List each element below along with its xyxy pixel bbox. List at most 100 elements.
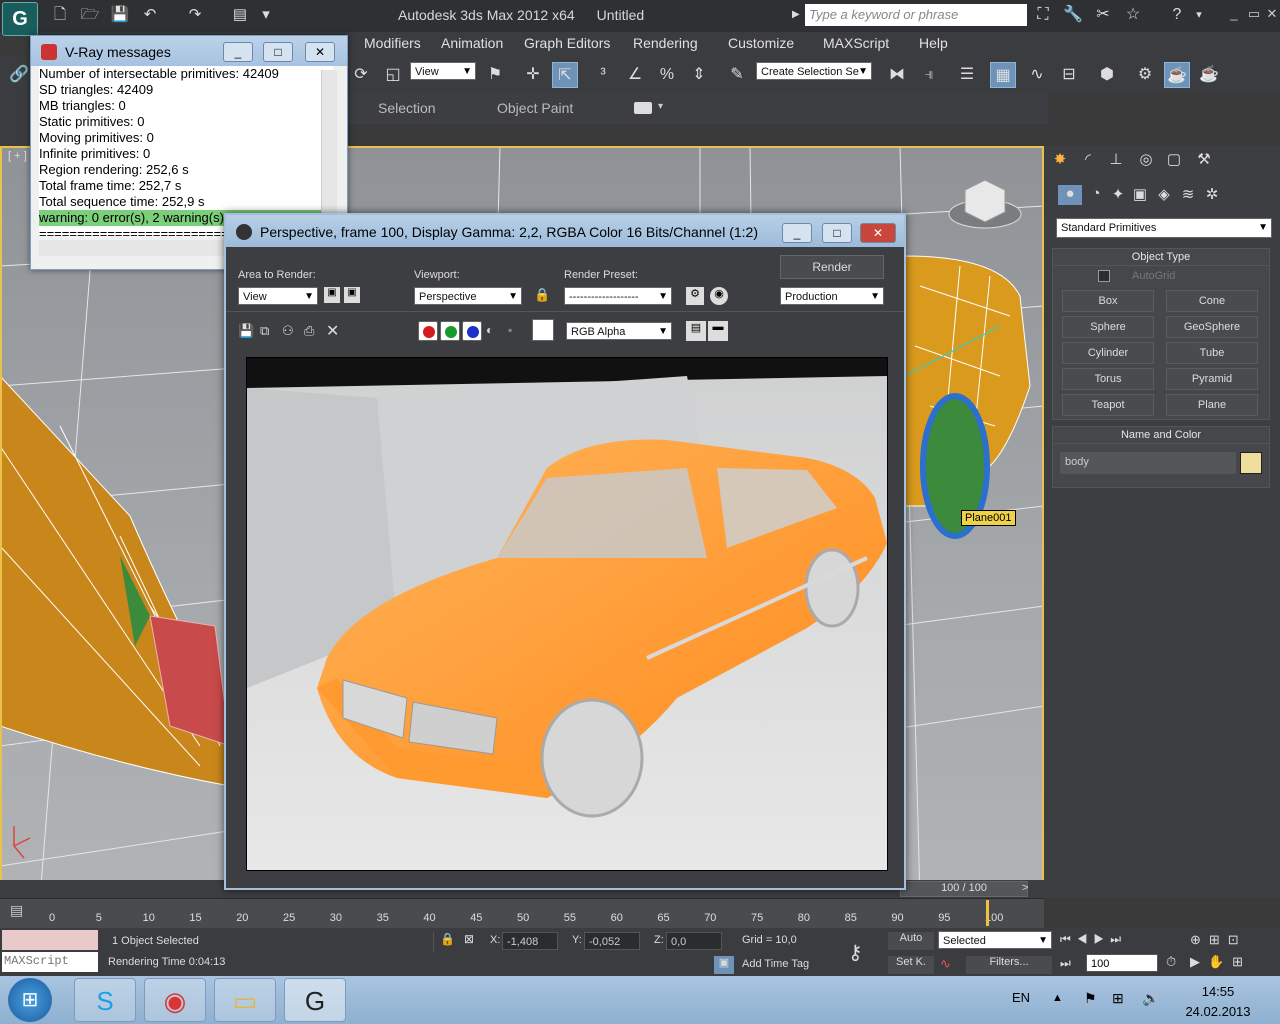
auto-region-icon[interactable]: ▣ (344, 287, 360, 303)
quick-access-dropdown-icon[interactable]: ▾ (256, 5, 276, 25)
helpers-icon[interactable]: ◈ (1152, 185, 1176, 205)
lock-selection-icon[interactable]: 🔒 (440, 932, 455, 946)
lights-icon[interactable]: ✦ (1106, 185, 1130, 205)
scale-icon[interactable]: ◱ (380, 62, 406, 88)
select-manipulate-icon[interactable]: ⇱ (552, 62, 578, 88)
vray-minimize-icon[interactable]: _ (223, 42, 253, 62)
snap-3d-icon[interactable]: ³ (590, 62, 616, 88)
cameras-icon[interactable]: ▣ (1128, 185, 1152, 205)
align-icon[interactable]: ⫣ (916, 62, 942, 88)
menu-graph-editors[interactable]: Graph Editors (524, 35, 610, 51)
add-time-tag[interactable]: Add Time Tag (742, 958, 809, 970)
shapes-icon[interactable]: ◔ (1084, 185, 1108, 205)
rotate-icon[interactable]: ⟳ (348, 62, 374, 88)
clear-image-icon[interactable]: ✕ (326, 321, 339, 341)
fb-close-icon[interactable]: ✕ (860, 223, 896, 243)
clone-window-icon[interactable]: ⚇ (282, 323, 294, 339)
tray-expand-icon[interactable]: ▲ (1052, 992, 1063, 1004)
maxscript-input[interactable]: MAXScript (2, 952, 98, 972)
vray-log[interactable]: Number of intersectable primitives: 4240… (39, 66, 333, 236)
rendered-frame-window[interactable]: Perspective, frame 100, Display Gamma: 2… (224, 213, 906, 890)
key-mode-icon[interactable]: ∿ (940, 956, 951, 972)
schematic-view-icon[interactable]: ⊟ (1056, 62, 1082, 88)
explorer-taskbar-icon[interactable]: ▭ (214, 978, 276, 1022)
name-color-header[interactable]: Name and Color (1053, 427, 1269, 444)
project-folder-icon[interactable]: ▤ (230, 5, 250, 25)
absolute-mode-icon[interactable]: ⊠ (464, 932, 474, 946)
clock[interactable]: 14:55 24.02.2013 (1180, 982, 1256, 1022)
menu-modifiers[interactable]: Modifiers (364, 35, 421, 51)
minimize-icon[interactable]: _ (1224, 6, 1244, 24)
redo-icon[interactable]: ↷ (185, 5, 205, 25)
display-tab-icon[interactable]: ▢ (1162, 150, 1186, 170)
named-selection-set-combo[interactable]: Create Selection Se (756, 62, 872, 80)
current-frame-field[interactable]: 100 (1086, 954, 1158, 972)
edit-named-selection-icon[interactable]: ✎ (724, 62, 750, 88)
red-channel-toggle[interactable] (418, 321, 438, 341)
vray-close-icon[interactable]: ✕ (305, 42, 335, 62)
menu-animation[interactable]: Animation (441, 35, 503, 51)
geosphere-button[interactable]: GeoSphere (1166, 316, 1258, 338)
vray-title-bar[interactable]: V-Ray messages (31, 36, 347, 66)
lock-viewport-icon[interactable]: 🔒 (534, 287, 550, 303)
viewport-nav-bottom[interactable]: ▶✋⊞ (1190, 954, 1251, 970)
viewport-label[interactable]: [ + ] (8, 150, 27, 162)
monochrome-icon[interactable]: ▪ (508, 323, 512, 337)
start-button[interactable]: ⊞ (8, 978, 52, 1022)
network-icon[interactable]: ⊞ (1112, 990, 1124, 1007)
render-production-icon[interactable]: ☕ (1196, 62, 1222, 88)
fb-minimize-icon[interactable]: _ (782, 223, 812, 243)
blue-channel-toggle[interactable] (462, 321, 482, 341)
tab-selection[interactable]: Selection (378, 100, 436, 116)
sphere-button[interactable]: Sphere (1062, 316, 1154, 338)
help-dropdown-icon[interactable]: ▾ (1188, 4, 1210, 26)
print-image-icon[interactable]: ⎙ (304, 323, 314, 339)
close-icon[interactable]: ✕ (1262, 6, 1280, 24)
graphite-modeling-icon[interactable]: ▦ (990, 62, 1016, 88)
spinner-snap-icon[interactable]: ⇕ (686, 62, 712, 88)
object-color-swatch[interactable] (1240, 452, 1262, 474)
restore-icon[interactable]: ▭ (1244, 6, 1264, 24)
volume-icon[interactable]: 🔊 (1142, 990, 1159, 1007)
modify-tab-icon[interactable]: ◜ (1076, 150, 1100, 170)
alpha-channel-icon[interactable]: ◐ (486, 323, 493, 337)
spacewarps-icon[interactable]: ≋ (1176, 185, 1200, 205)
box-button[interactable]: Box (1062, 290, 1154, 312)
hierarchy-tab-icon[interactable]: ⊥ (1104, 150, 1128, 170)
teapot-button[interactable]: Teapot (1062, 394, 1154, 416)
set-key-button[interactable]: Set K. (888, 956, 934, 974)
cone-button[interactable]: Cone (1166, 290, 1258, 312)
object-name-input[interactable]: body (1060, 452, 1236, 474)
plane-button[interactable]: Plane (1166, 394, 1258, 416)
playback-controls[interactable]: ⏮◀▶⏭ (1060, 932, 1127, 947)
environment-effects-icon[interactable]: ◉ (710, 287, 728, 305)
production-combo[interactable]: Production (780, 287, 884, 305)
pivot-icon[interactable]: ⚑ (482, 62, 508, 88)
create-tab-icon[interactable]: ✸ (1048, 150, 1072, 170)
save-image-icon[interactable]: 💾 (238, 323, 254, 339)
maxscript-listener-mini[interactable] (2, 930, 98, 950)
systems-icon[interactable]: ✲ (1200, 185, 1224, 205)
cylinder-button[interactable]: Cylinder (1062, 342, 1154, 364)
application-button[interactable]: G (2, 2, 38, 36)
reference-coordinate-combo[interactable]: View (410, 62, 476, 80)
menu-help[interactable]: Help (919, 35, 948, 51)
curve-editor-mini-icon[interactable]: ▤ (10, 902, 32, 922)
search-input[interactable]: Type a keyword or phrase (805, 4, 1027, 26)
new-file-icon[interactable]: 🗋 (50, 5, 70, 25)
favorites-star-icon[interactable]: ☆ (1122, 4, 1144, 26)
key-mode-toggle-icon[interactable]: ⏭ (1060, 956, 1071, 971)
auto-key-button[interactable]: Auto (888, 932, 934, 950)
menu-customize[interactable]: Customize (728, 35, 794, 51)
render-setup-icon[interactable]: ⚙ (1132, 62, 1158, 88)
render-button[interactable]: Render (780, 255, 884, 279)
key-filter-combo[interactable]: Selected (938, 931, 1052, 949)
copy-image-icon[interactable]: ⧉ (260, 323, 269, 339)
chrome-taskbar-icon[interactable]: ◉ (144, 978, 206, 1022)
tube-button[interactable]: Tube (1166, 342, 1258, 364)
rendered-frame-window-icon[interactable]: ☕ (1164, 62, 1190, 88)
x-coordinate-field[interactable]: -1,408 (502, 932, 558, 950)
time-config-icon[interactable]: ⏱ (1166, 954, 1176, 970)
material-editor-icon[interactable]: ⬢ (1094, 62, 1120, 88)
set-key-icon[interactable]: ⚷ (848, 940, 863, 965)
